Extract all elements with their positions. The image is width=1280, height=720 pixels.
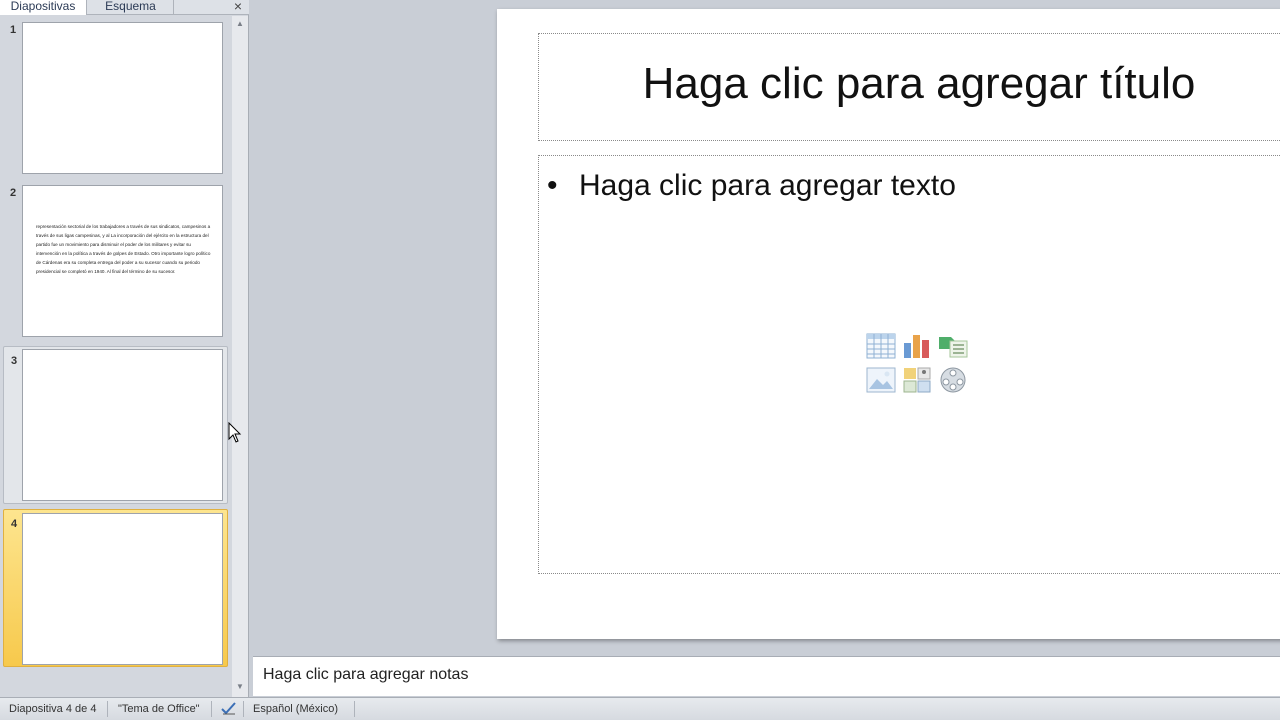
language[interactable]: Español (México) xyxy=(253,702,338,716)
status-bar: Diapositiva 4 de 4 "Tema de Office" Espa… xyxy=(0,697,1280,720)
thumbnail-preview xyxy=(22,22,223,174)
panel-tabs: Diapositivas Esquema × xyxy=(0,0,249,15)
thumbnail-list: 1 2 representación sectorial de los trab… xyxy=(0,16,232,697)
status-divider xyxy=(211,701,212,717)
theme-name[interactable]: "Tema de Office" xyxy=(118,702,200,716)
slide-counter: Diapositiva 4 de 4 xyxy=(9,703,97,715)
notes-pane[interactable]: Haga clic para agregar notas xyxy=(253,656,1280,696)
thumbnail-slide-4[interactable]: 4 xyxy=(3,509,228,667)
bullet: • xyxy=(547,169,558,202)
table-icon[interactable] xyxy=(865,331,897,361)
title-placeholder[interactable]: Haga clic para agregar título xyxy=(538,33,1280,141)
thumbnail-number: 2 xyxy=(10,187,17,199)
thumbnail-preview xyxy=(22,349,223,501)
thumbnail-preview xyxy=(22,513,223,665)
status-divider xyxy=(107,701,108,717)
close-panel-icon[interactable]: × xyxy=(231,0,245,14)
slide-workspace: Haga clic para agregar título • Haga cli… xyxy=(253,0,1280,655)
thumbnail-slide-3[interactable]: 3 xyxy=(3,346,228,504)
insert-content-icons xyxy=(865,331,971,401)
thumbnail-text: representación sectorial de los trabajad… xyxy=(36,224,211,274)
title-placeholder-text: Haga clic para agregar título xyxy=(642,59,1196,108)
media-icon[interactable] xyxy=(937,365,969,395)
content-placeholder-text: Haga clic para agregar texto xyxy=(579,169,956,202)
slides-panel: Diapositivas Esquema × 1 2 representació… xyxy=(0,0,249,697)
current-slide: Haga clic para agregar título • Haga cli… xyxy=(497,9,1280,639)
scroll-up-icon[interactable]: ▲ xyxy=(235,20,245,28)
thumbnail-slide-1[interactable]: 1 xyxy=(3,16,228,174)
thumbnail-number: 3 xyxy=(11,355,18,367)
thumbnail-number: 4 xyxy=(11,518,18,530)
status-divider xyxy=(243,701,244,717)
scroll-down-icon[interactable]: ▼ xyxy=(235,683,245,691)
smartart-icon[interactable] xyxy=(937,331,969,361)
thumbnail-preview: representación sectorial de los trabajad… xyxy=(22,185,223,337)
mouse-cursor-icon xyxy=(228,422,242,443)
clipart-icon[interactable] xyxy=(901,365,933,395)
spellcheck-icon[interactable] xyxy=(220,701,238,717)
status-divider xyxy=(354,701,355,717)
notes-placeholder: Haga clic para agregar notas xyxy=(263,666,469,683)
tab-slides[interactable]: Diapositivas xyxy=(0,0,87,15)
thumbnail-slide-2[interactable]: 2 representación sectorial de los trabaj… xyxy=(3,179,228,337)
chart-icon[interactable] xyxy=(901,331,933,361)
picture-icon[interactable] xyxy=(865,365,897,395)
thumbnail-number: 1 xyxy=(10,24,17,36)
panel-scrollbar[interactable]: ▲ ▼ xyxy=(232,16,248,697)
content-placeholder[interactable]: • Haga clic para agregar texto xyxy=(538,155,1280,574)
tab-outline[interactable]: Esquema xyxy=(88,0,174,15)
